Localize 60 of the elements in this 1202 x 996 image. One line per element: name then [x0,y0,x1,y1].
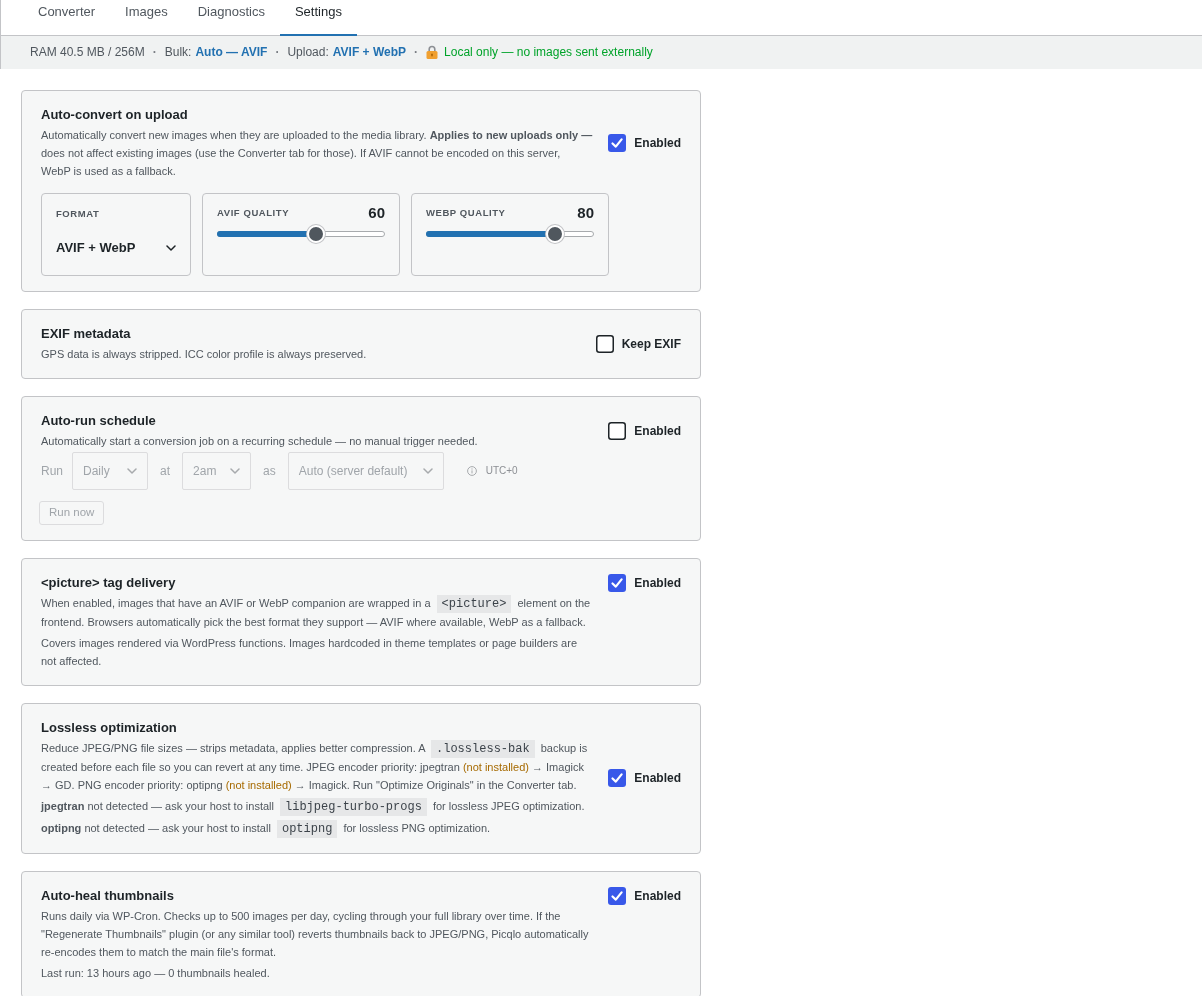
description-text: GPS data is always stripped. ICC color profile is always preserved. [41,346,368,362]
status-value: AVIF + WebP [332,44,407,61]
checkbox[interactable] [608,886,627,905]
card-title: Auto-run schedule [41,411,157,430]
description-text: Covers images rendered via WordPress functions. Images hardcoded in theme templates or page builders are not affected. [41,635,579,669]
schedule-label: as [263,462,276,480]
info-icon [466,465,477,476]
description-text: optipng not detected — ask your host to install optipng for lossless PNG optimization. [41,818,492,838]
separator-dot: · [152,44,157,61]
card-title: <picture> tag delivery [41,573,177,592]
format-dropdown[interactable]: AVIF + WebP [56,237,176,258]
card-title: Auto-convert on upload [41,105,189,124]
description-text: jpegtran not detected — ask your host to install libjpeg-turbo-progs for lossless JPEG optimization. [41,796,586,816]
tab[interactable]: Diagnostics [182,0,280,36]
format-label: FORMAT [56,206,101,221]
description-text: Reduce JPEG/PNG file sizes — strips metadata, applies better compression. A .lossless-bak backup is created before each file so you can revert at any time. JPEG encoder priority: jpegtran (not installed) → Imagick → GD. PNG encoder priority: optipng (not installed) → Imagick. Run "Optimize Originals" in the Converter tab. [41,738,589,793]
checkbox-label: Keep EXIF [621,335,681,353]
status-text: RAM 40.5 MB / 256M [30,44,145,61]
card-title: EXIF metadata [41,324,132,343]
slider-thumb[interactable] [546,224,564,243]
tab[interactable]: Converter [23,0,111,36]
chevron-down-icon [127,467,137,474]
status-label: Upload: [287,44,329,61]
chevron-down-icon [422,467,433,474]
status-value: Auto — AVIF [195,44,268,61]
timezone-text: UTC+0 [485,464,518,478]
quality-slider[interactable] [217,224,385,243]
schedule-label: Run [41,462,63,480]
tab[interactable]: Images [110,0,183,36]
checkbox[interactable] [608,573,627,592]
separator-dot: · [275,44,280,61]
status-text: Local only — no images sent externally [444,44,653,61]
checkbox[interactable] [608,421,627,440]
slider-value: 60 [368,203,385,224]
description-text: Runs daily via WP-Cron. Checks up to 500 images per day, cycling through your full library over time. If the "Regenerate Thumbnails" plugin (or any similar tool) reverts thumbnails back to JPEG/PNG, Picqlo automatically re-encodes them to match the main file's format. [41,908,590,960]
slider-label: AVIF QUALITY [217,206,290,221]
checkbox-label: Enabled [634,770,681,787]
lock-icon [426,45,439,59]
description-text: Automatically start a conversion job on a recurring schedule — no manual trigger needed. [41,433,479,449]
description-text: Automatically convert new images when they are uploaded to the media library. Applies to new uploads only — does not affect existing images (use the Converter tab for those). If AVIF cannot be encoded on this server, WebP is used as a fallback. [41,127,593,179]
checkbox[interactable] [595,334,614,353]
card-title: Lossless optimization [41,718,178,737]
slider-thumb[interactable] [307,224,325,243]
description-text: When enabled, images that have an AVIF or WebP companion are wrapped in a <picture> element on the frontend. Browsers automatically pick the best format they support — AVIF where available, WebP as a fallback. [41,593,592,630]
checkbox-label: Enabled [634,574,681,592]
schedule-label: at [160,462,171,480]
card-title: Auto-heal thumbnails [41,886,175,905]
slider-value: 80 [577,203,594,224]
checkbox[interactable] [608,133,627,152]
quality-slider[interactable] [426,224,594,243]
checkbox-label: Enabled [634,422,681,440]
checkbox[interactable] [608,769,627,787]
checkbox-label: Enabled [634,887,681,905]
description-text: Last run: 13 hours ago — 0 thumbnails healed. [41,965,271,981]
chevron-down-icon [166,244,176,251]
checkbox-label: Enabled [634,134,681,152]
chevron-down-icon [230,467,241,474]
slider-label: WEBP QUALITY [426,206,506,221]
separator-dot: · [414,44,419,61]
status-label: Bulk: [164,44,192,61]
